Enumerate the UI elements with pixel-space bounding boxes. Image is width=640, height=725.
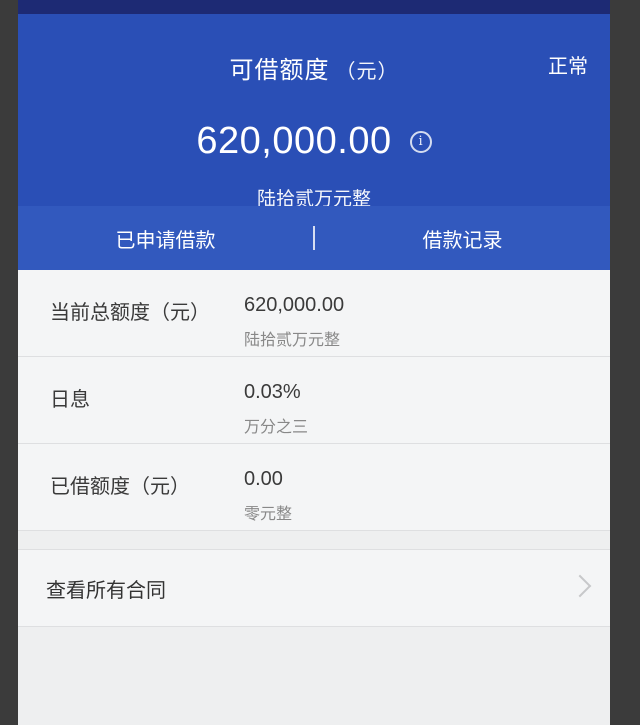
- detail-label: 日息: [50, 387, 90, 411]
- detail-row-borrowed-amount: 已借额度（元） 0.00 零元整: [18, 444, 610, 531]
- tab-applied-loans[interactable]: 已申请借款: [18, 224, 313, 253]
- detail-subtext: 陆拾贰万元整: [244, 330, 341, 349]
- title-text: 可借额度: [229, 56, 330, 84]
- credit-header: 可借额度 （元） 正常 620,000.00 i 陆拾贰万元整 已申请借款 借款记…: [18, 14, 610, 270]
- amount-row: 620,000.00 i: [18, 120, 610, 163]
- section-gap: [18, 531, 610, 549]
- detail-value: 0.00: [244, 468, 283, 490]
- page-title: 可借额度 （元）: [18, 50, 610, 85]
- available-amount: 620,000.00: [196, 120, 392, 162]
- status-badge: 正常: [548, 54, 588, 78]
- header-tabs: 已申请借款 借款记录: [18, 206, 610, 270]
- detail-row-total-credit: 当前总额度（元） 620,000.00 陆拾贰万元整: [18, 270, 610, 357]
- footer-area: [18, 627, 610, 725]
- detail-subtext: 零元整: [244, 504, 293, 523]
- detail-value: 620,000.00: [244, 294, 345, 316]
- detail-label: 已借额度（元）: [50, 474, 190, 498]
- phone-screen: 可借额度 （元） 正常 620,000.00 i 陆拾贰万元整 已申请借款 借款记…: [18, 0, 610, 725]
- credit-details-list: 当前总额度（元） 620,000.00 陆拾贰万元整 日息 0.03% 万分之三…: [18, 270, 610, 531]
- contracts-label: 查看所有合同: [46, 578, 166, 602]
- detail-value: 0.03%: [244, 381, 301, 403]
- view-all-contracts-button[interactable]: 查看所有合同: [18, 549, 610, 627]
- detail-subtext: 万分之三: [244, 417, 309, 436]
- detail-label: 当前总额度（元）: [50, 300, 210, 324]
- title-unit: （元）: [335, 59, 399, 83]
- tab-loan-records[interactable]: 借款记录: [315, 224, 610, 253]
- status-bar: [18, 0, 610, 14]
- detail-row-daily-interest: 日息 0.03% 万分之三: [18, 357, 610, 444]
- chevron-right-icon: [568, 574, 592, 598]
- info-icon[interactable]: i: [409, 130, 432, 153]
